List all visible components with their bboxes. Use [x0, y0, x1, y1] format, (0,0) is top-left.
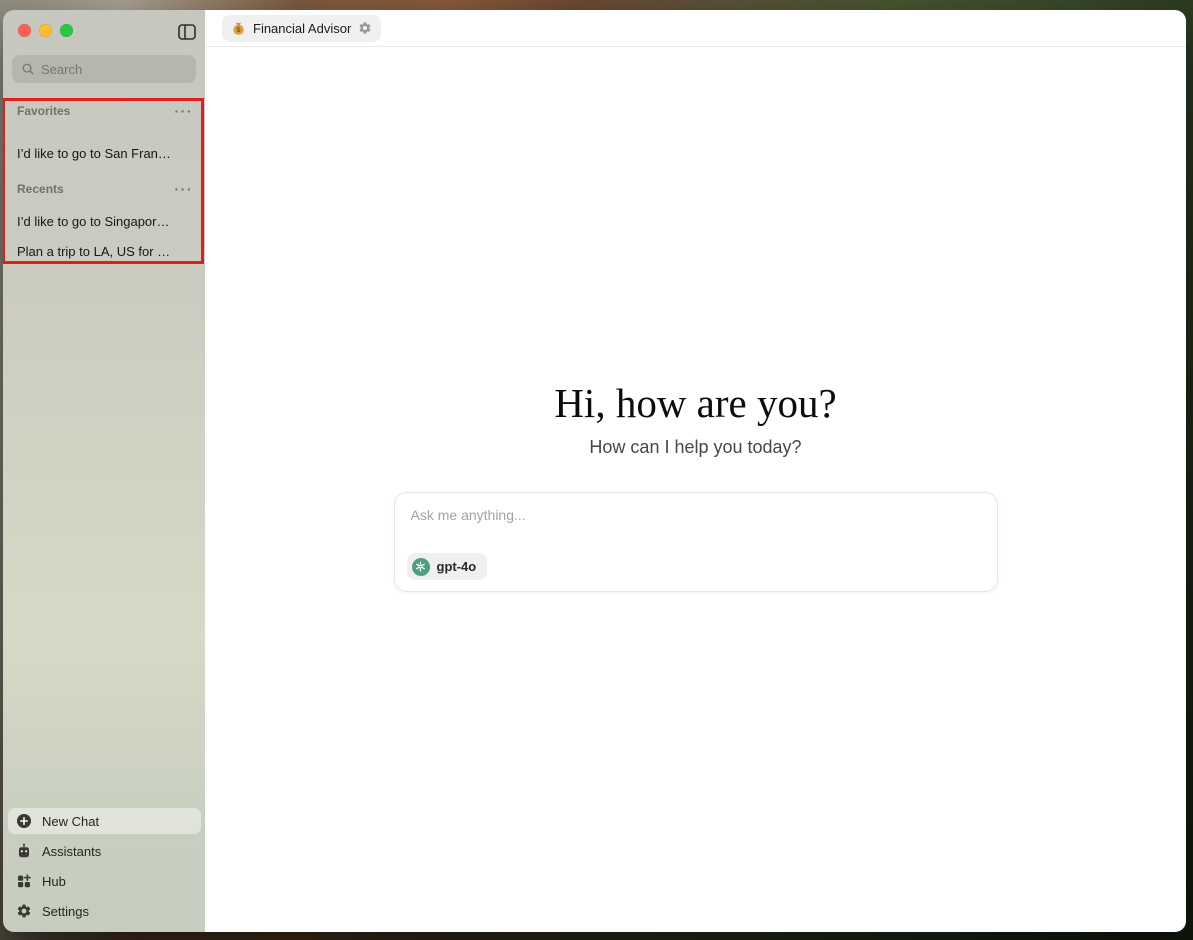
sidebar-item-label: Assistants — [42, 844, 101, 859]
favorites-menu-ellipsis-icon[interactable]: ··· — [173, 107, 196, 115]
sidebar-item-hub[interactable]: Hub — [8, 868, 201, 894]
traffic-lights — [18, 24, 73, 37]
hub-grid-plus-icon — [16, 873, 32, 889]
search-icon — [21, 62, 35, 76]
close-button[interactable] — [18, 24, 31, 37]
app-window: Favorites ··· I’d like to go to San Fran… — [3, 10, 1186, 932]
search-field[interactable] — [12, 55, 196, 83]
chat-item-recent[interactable]: I’d like to go to Singapor… — [17, 212, 197, 232]
model-selector-chip[interactable]: gpt-4o — [407, 553, 488, 580]
assistant-bot-icon — [16, 843, 32, 859]
chat-item-recent[interactable]: Plan a trip to LA, US for … — [17, 242, 197, 262]
model-name: gpt-4o — [437, 559, 477, 574]
message-input[interactable] — [401, 499, 991, 543]
openai-logo-icon — [412, 558, 430, 576]
minimize-button[interactable] — [39, 24, 52, 37]
zoom-button[interactable] — [60, 24, 73, 37]
sidebar-item-label: Settings — [42, 904, 89, 919]
sidebar-item-new-chat[interactable]: New Chat — [8, 808, 201, 834]
sidebar: Favorites ··· I’d like to go to San Fran… — [3, 10, 205, 932]
gear-icon — [16, 903, 32, 919]
greeting-title: Hi, how are you? — [205, 379, 1186, 427]
recents-section-header: Recents ··· — [17, 181, 195, 197]
favorites-section-header: Favorites ··· — [17, 103, 195, 119]
plus-circle-icon — [16, 813, 32, 829]
sidebar-item-label: Hub — [42, 874, 66, 889]
tab-label: Financial Advisor — [253, 21, 351, 36]
sidebar-item-assistants[interactable]: Assistants — [8, 838, 201, 864]
tab-financial-advisor[interactable]: $ Financial Advisor — [222, 15, 381, 42]
sidebar-item-label: New Chat — [42, 814, 99, 829]
sidebar-item-settings[interactable]: Settings — [8, 898, 201, 924]
sidebar-toggle-button[interactable] — [176, 24, 198, 42]
message-composer[interactable]: gpt-4o — [394, 492, 998, 592]
sidebar-toggle-icon — [178, 24, 196, 43]
recents-label: Recents — [17, 182, 64, 196]
favorites-label: Favorites — [17, 104, 70, 118]
money-bag-icon: $ — [231, 21, 246, 36]
greeting-subtitle: How can I help you today? — [205, 437, 1186, 458]
chat-item-favorite[interactable]: I’d like to go to San Fran… — [17, 144, 197, 164]
tab-settings-gear-icon[interactable] — [358, 21, 372, 35]
main-content: $ Financial Advisor Hi, how are you? How… — [205, 10, 1186, 932]
search-input[interactable] — [41, 62, 187, 77]
recents-menu-ellipsis-icon[interactable]: ··· — [173, 185, 196, 193]
tab-bar: $ Financial Advisor — [205, 10, 1186, 47]
